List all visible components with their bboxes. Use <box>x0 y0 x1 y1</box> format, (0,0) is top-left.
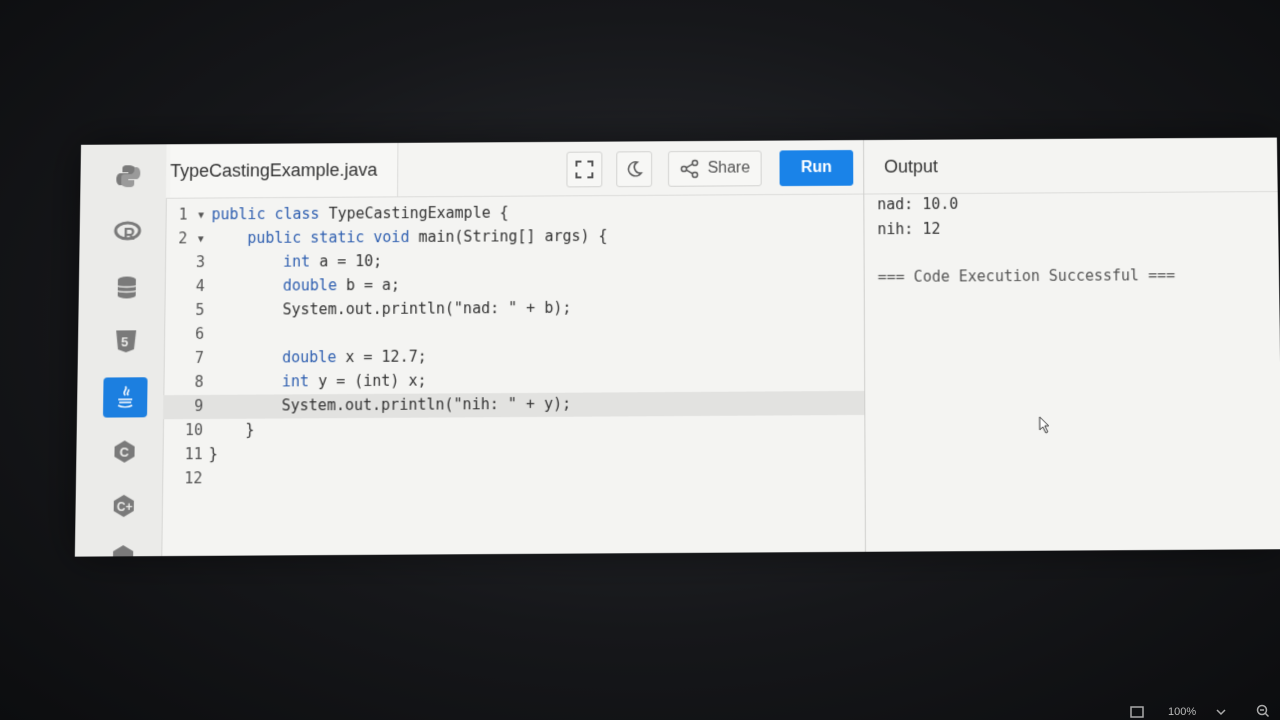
file-tab[interactable]: TypeCastingExample.java <box>169 142 399 198</box>
code-text: double x = 12.7; <box>282 347 427 367</box>
code-text: public static void main(String[] args) { <box>247 226 608 247</box>
line-number: 5 <box>195 300 205 319</box>
output-title: Output <box>864 137 1278 195</box>
fullscreen-button[interactable] <box>566 151 603 188</box>
line-number: 2 ▾ <box>178 229 206 248</box>
svg-text:R: R <box>123 227 135 243</box>
compiler-window: R 5 C C+ TypeCastingExample.java Share R… <box>74 137 1280 557</box>
fullscreen-icon <box>575 161 593 179</box>
output-line-2: nih: 12 <box>877 219 941 239</box>
window-icon[interactable] <box>1130 706 1144 718</box>
code-text: System.out.println("nad: " + b); <box>282 298 572 319</box>
zoom-level[interactable]: 100% <box>1168 706 1196 718</box>
line-number: 1 ▾ <box>178 205 206 224</box>
svg-text:5: 5 <box>121 334 128 349</box>
run-button[interactable]: Run <box>779 150 854 187</box>
theme-toggle-button[interactable] <box>616 151 653 188</box>
r-icon[interactable]: R <box>105 212 149 252</box>
line-number: 11 <box>184 445 203 464</box>
code-editor[interactable]: 1 ▾ public class TypeCastingExample {2 ▾ … <box>161 194 865 557</box>
python-icon[interactable] <box>106 156 150 196</box>
svg-text:C: C <box>119 444 129 459</box>
code-line[interactable]: 12 <box>162 463 865 491</box>
csharp-icon[interactable] <box>101 536 146 557</box>
line-number: 4 <box>195 277 205 296</box>
line-number: 10 <box>184 420 204 440</box>
c-icon[interactable]: C <box>102 431 147 471</box>
database-icon[interactable] <box>105 267 149 307</box>
output-line-1: nad: 10.0 <box>877 194 959 214</box>
share-button[interactable]: Share <box>668 150 762 187</box>
java-icon[interactable] <box>102 377 148 418</box>
code-text: } <box>208 444 218 464</box>
mouse-cursor-icon <box>1039 416 1053 434</box>
line-number: 3 <box>195 253 206 272</box>
code-text: int y = (int) x; <box>281 371 427 391</box>
svg-text:C+: C+ <box>117 500 133 514</box>
code-text: public class TypeCastingExample { <box>211 203 509 224</box>
code-text: int a = 10; <box>282 252 383 271</box>
output-success-message: === Code Execution Successful === <box>877 266 1176 286</box>
zoom-out-icon[interactable] <box>1256 704 1270 718</box>
share-label: Share <box>707 159 751 177</box>
code-text: double b = a; <box>282 275 401 295</box>
line-number: 6 <box>195 324 205 343</box>
line-number: 8 <box>194 372 204 391</box>
code-text: System.out.println("nih: " + y); <box>281 394 572 415</box>
language-sidebar: R 5 C C+ <box>74 144 168 557</box>
editor-toolbar: TypeCastingExample.java Share Run <box>165 139 874 199</box>
chevron-down-icon[interactable] <box>1216 708 1226 716</box>
line-number: 12 <box>184 469 203 488</box>
html5-icon[interactable]: 5 <box>104 321 149 361</box>
code-text: } <box>245 420 255 439</box>
share-icon <box>680 159 700 179</box>
moon-icon <box>625 160 643 178</box>
cpp-icon[interactable]: C+ <box>101 486 146 527</box>
taskbar-status: 100% <box>1110 698 1280 720</box>
line-number: 9 <box>194 396 204 416</box>
line-number: 7 <box>194 348 204 367</box>
